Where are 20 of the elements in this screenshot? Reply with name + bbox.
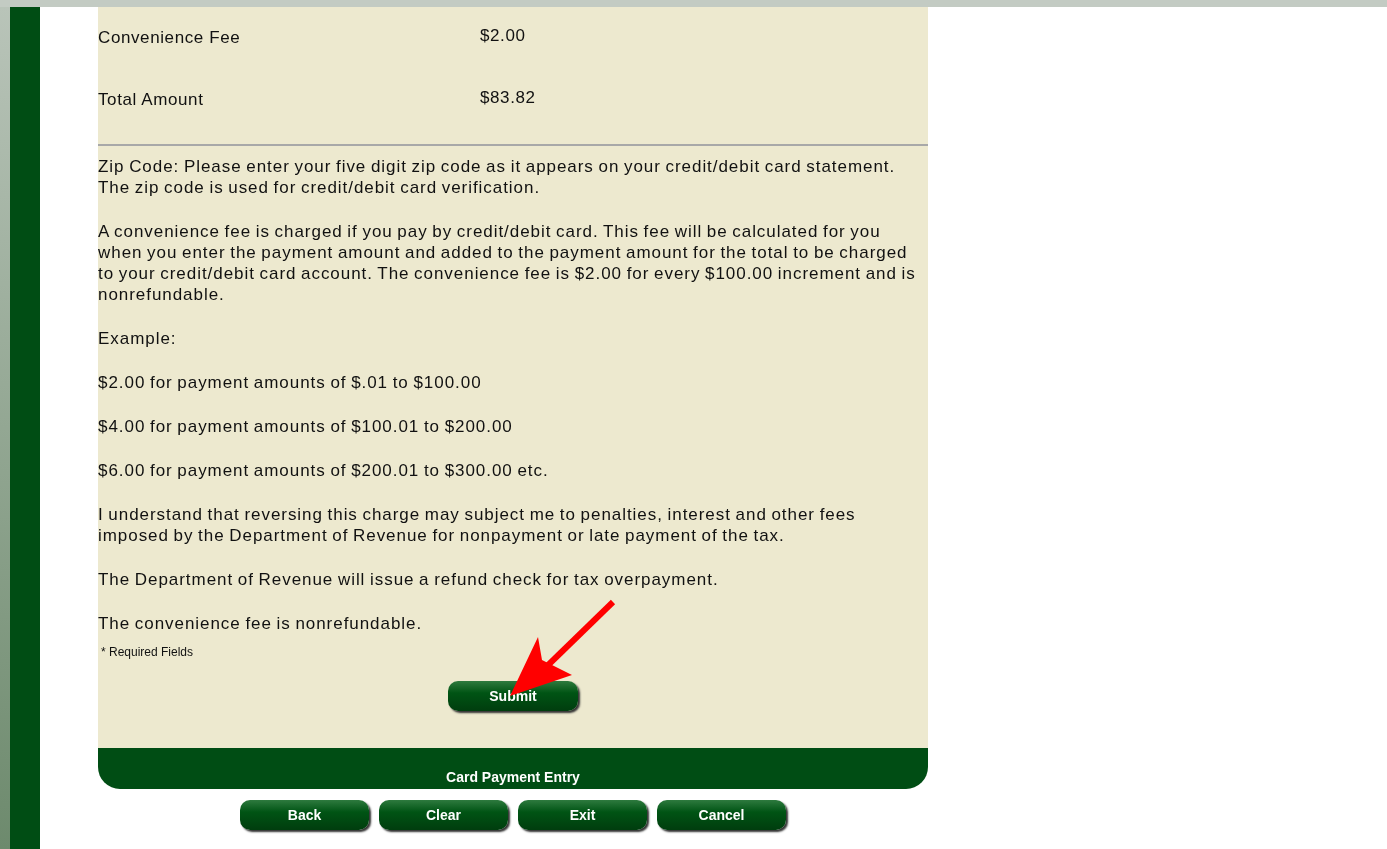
nav-button[interactable]: Exit bbox=[518, 800, 647, 830]
field-label: Convenience Fee bbox=[98, 28, 242, 48]
paragraph: Example: bbox=[98, 328, 178, 349]
field-value: $2.00 bbox=[480, 26, 526, 46]
paragraph: A convenience fee is charged if you pay by credit/debit card. This fee will be calculated for you when you enter the payment amount and added to the payment amount for the total to be charged to your credit/debit card account. The convenience fee is $2.00 for every $100.00 increment and is nonrefundable. bbox=[98, 221, 917, 305]
paragraph: The Department of Revenue will issue a refund check for tax overpayment. bbox=[98, 569, 720, 590]
footer-title: Card Payment Entry bbox=[446, 769, 580, 785]
nav-button[interactable]: Back bbox=[240, 800, 369, 830]
field-label: Total Amount bbox=[98, 89, 205, 110]
paragraph: $4.00 for payment amounts of $100.01 to $200.00 bbox=[98, 416, 514, 437]
paragraph: Zip Code: Please enter your five digit zip code as it appears on your credit/debit card statement. The zip code is used for credit/debit card verification. bbox=[98, 156, 897, 198]
paragraph: $2.00 for payment amounts of $.01 to $100.00 bbox=[98, 372, 483, 393]
paragraph: I understand that reversing this charge may subject me to penalties, interest and other fees imposed by the Department of Revenue for nonpayment or late payment of the tax. bbox=[98, 504, 857, 546]
nav-button[interactable]: Clear bbox=[379, 800, 508, 830]
nav-button[interactable]: Cancel bbox=[657, 800, 786, 830]
field-value: $83.82 bbox=[480, 87, 536, 108]
paragraph: $6.00 for payment amounts of $200.01 to $300.00 etc. bbox=[98, 460, 550, 481]
paragraph: The convenience fee is nonrefundable. bbox=[98, 613, 424, 634]
submit-button[interactable]: Submit bbox=[448, 681, 578, 711]
required-note: * Required Fields bbox=[101, 645, 195, 659]
